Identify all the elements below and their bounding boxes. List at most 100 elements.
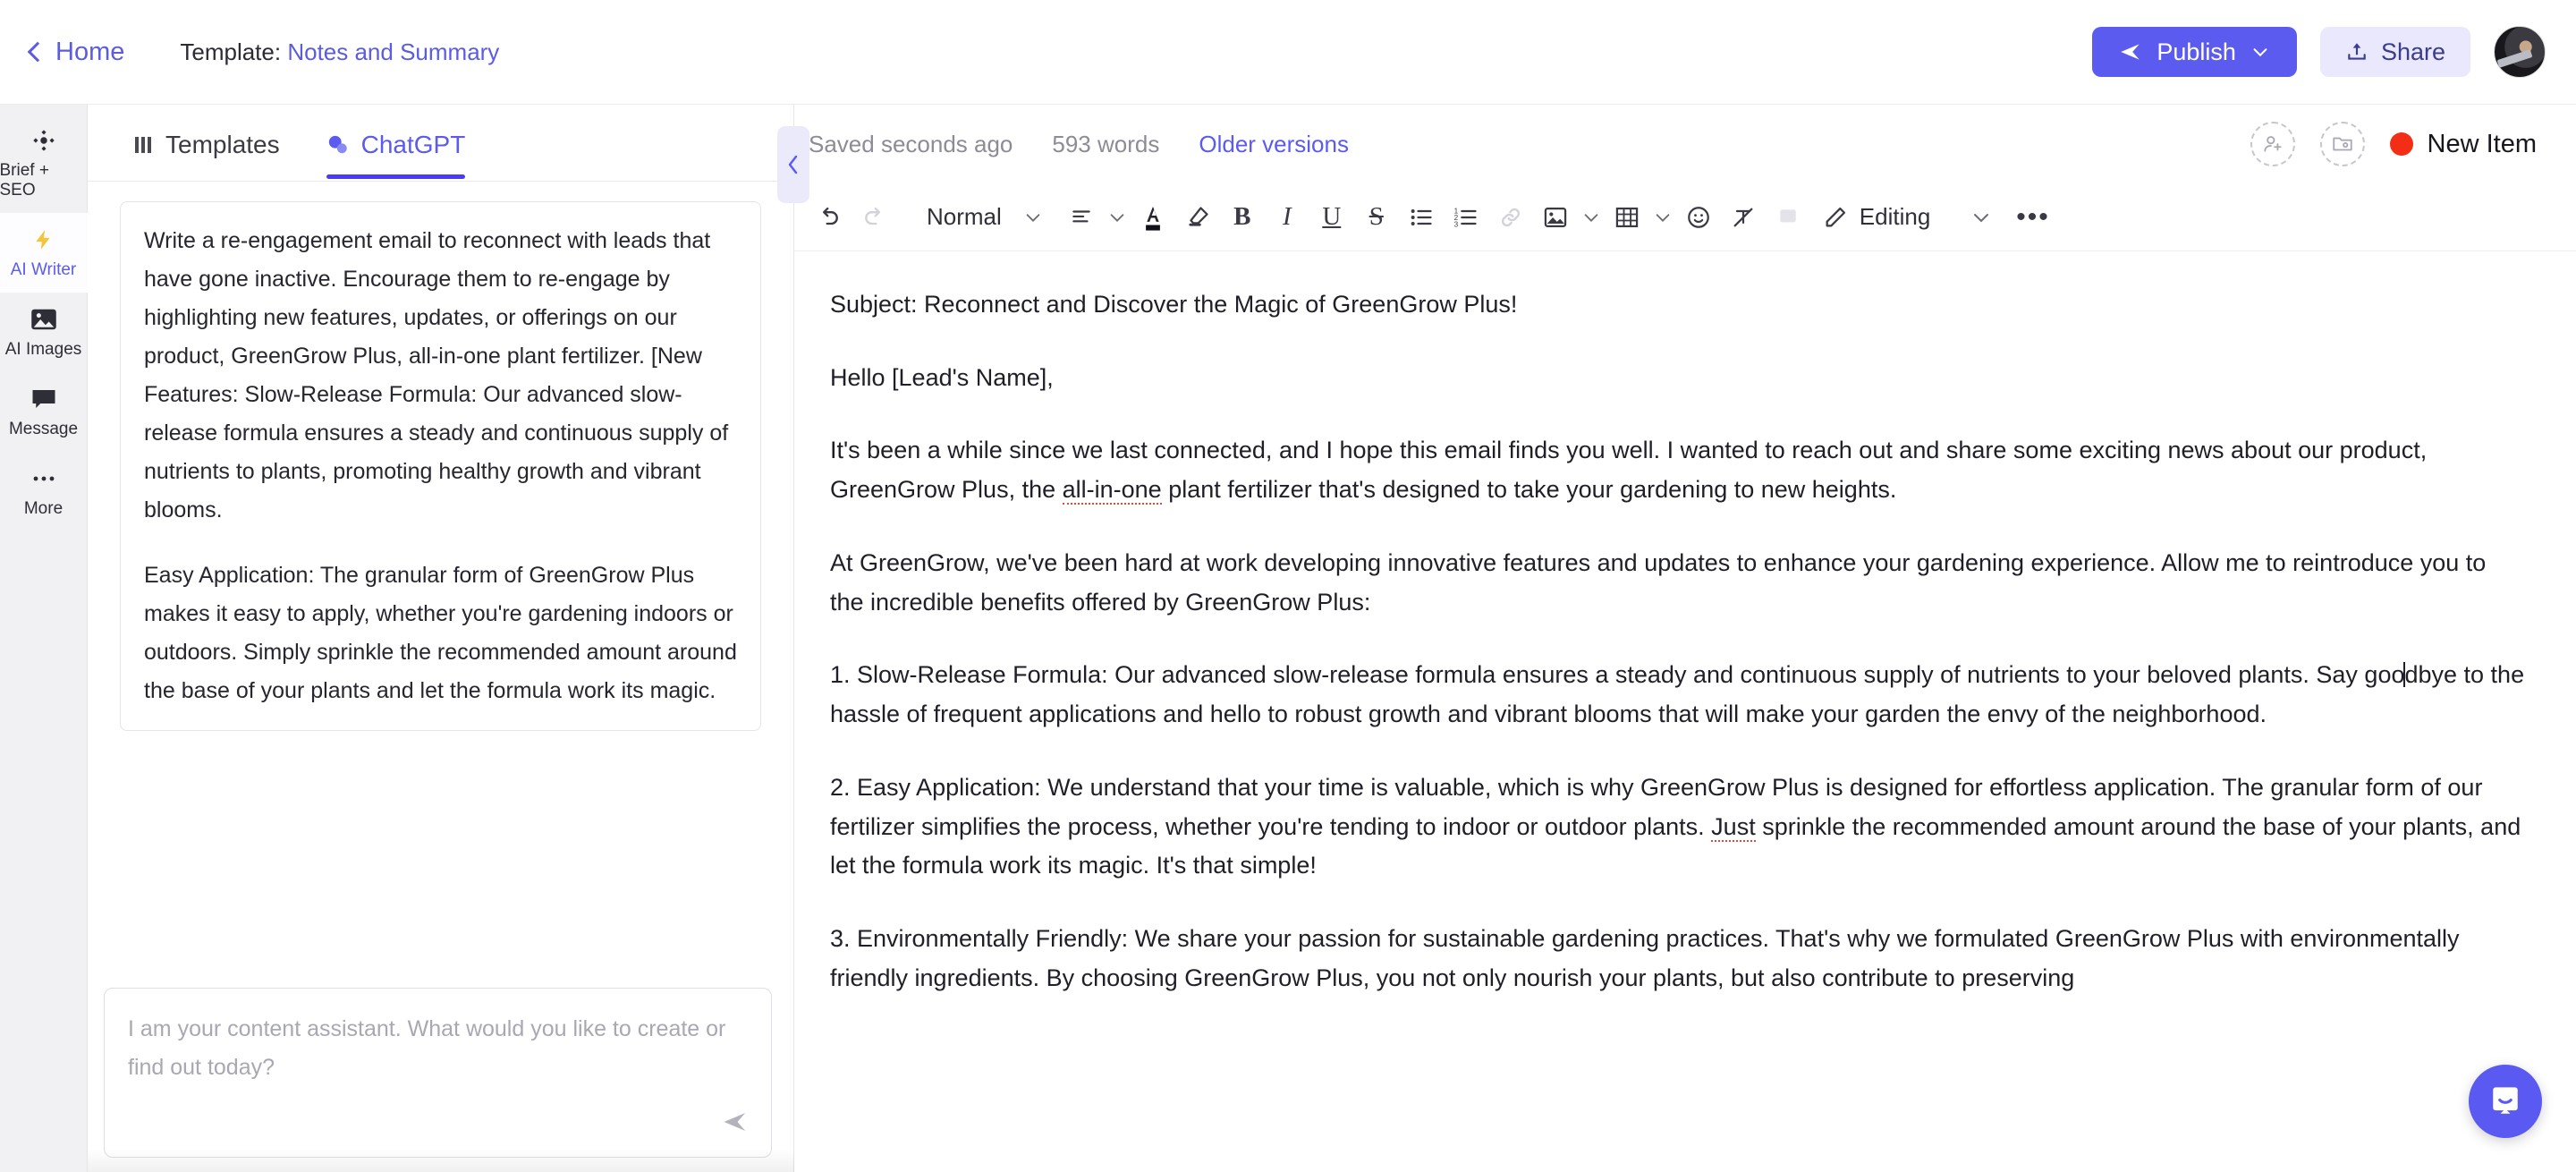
rail-item-ai-images[interactable]: AI Images	[0, 293, 88, 372]
chat-input-wrapper	[104, 988, 772, 1158]
text-color-icon	[1145, 206, 1160, 231]
rail-label-ai-writer: AI Writer	[10, 260, 77, 279]
new-item-label: New Item	[2427, 129, 2537, 158]
emoji-icon	[1687, 206, 1709, 228]
highlighter-icon	[1189, 206, 1208, 226]
doc-paragraph-5: 3. Environmentally Friendly: We share yo…	[830, 925, 2460, 991]
editing-label: Editing	[1859, 203, 1931, 230]
chat-bubble-icon	[30, 386, 57, 412]
clear-formatting-button[interactable]	[1721, 195, 1766, 240]
avatar[interactable]	[2494, 26, 2546, 78]
tab-templates[interactable]: Templates	[132, 131, 280, 179]
publish-label: Publish	[2157, 38, 2236, 65]
underline-button[interactable]: U	[1309, 195, 1354, 240]
text-color-button[interactable]	[1131, 195, 1175, 240]
document-status-actions: New Item	[2250, 122, 2537, 166]
chat-message-list[interactable]: Write a re-engagement email to reconnect…	[88, 182, 793, 982]
messenger-icon	[2493, 1087, 2518, 1114]
left-rail: Brief + SEO AI Writer AI Images Message	[0, 105, 88, 1172]
rail-item-message[interactable]: Message	[0, 372, 88, 452]
svg-text:3: 3	[1453, 220, 1458, 228]
chat-tab-bar: Templates ChatGPT	[88, 105, 809, 203]
chevron-down-icon	[1974, 213, 1989, 222]
template-prefix-label: Template:	[180, 38, 282, 65]
share-button[interactable]: Share	[2319, 27, 2470, 77]
document-status-bar: Saved seconds ago 593 words Older versio…	[794, 105, 2576, 183]
paragraph-style-select[interactable]: Normal	[909, 203, 1020, 231]
editing-mode-button[interactable]: Editing	[1810, 203, 1931, 231]
home-label: Home	[55, 37, 125, 66]
align-chevron[interactable]	[1104, 208, 1131, 227]
table-icon	[1615, 207, 1638, 227]
clear-format-icon	[1733, 208, 1753, 226]
publish-button[interactable]: Publish	[2092, 27, 2297, 77]
strikethrough-button[interactable]: S	[1354, 195, 1399, 240]
doc-paragraph-3: 1. Slow-Release Formula: Our advanced sl…	[830, 656, 2526, 734]
undo-button[interactable]	[807, 195, 852, 240]
add-collaborator-button[interactable]	[2250, 122, 2295, 166]
insert-table-button[interactable]	[1605, 195, 1649, 240]
lightning-icon	[32, 227, 55, 252]
chat-icon	[328, 135, 347, 153]
link-icon	[1501, 208, 1520, 226]
template-name-link[interactable]: Notes and Summary	[287, 38, 499, 65]
image-icon	[30, 307, 57, 332]
send-icon[interactable]	[722, 1108, 749, 1140]
spellcheck-error: Just	[1711, 812, 1756, 842]
bold-button[interactable]: B	[1220, 195, 1265, 240]
collapse-panel-button[interactable]	[777, 126, 809, 203]
align-button[interactable]	[1059, 195, 1104, 240]
tab-chatgpt[interactable]: ChatGPT	[326, 130, 466, 179]
new-item-button[interactable]: New Item	[2389, 129, 2537, 159]
spellcheck-error: all-in-one	[1062, 476, 1162, 505]
chevron-down-icon	[1656, 213, 1670, 222]
send-icon	[2121, 44, 2140, 60]
status-dot	[2389, 132, 2413, 156]
comment-button	[1766, 195, 1810, 240]
doc-paragraph-2: At GreenGrow, we've been hard at work de…	[830, 548, 2487, 616]
saved-status: Saved seconds ago	[809, 130, 1013, 157]
numbered-list-icon: 1 2 3	[1453, 207, 1477, 228]
image-chevron[interactable]	[1578, 208, 1605, 227]
pencil-icon	[1826, 207, 1845, 226]
chevron-down-icon	[1584, 213, 1598, 222]
rail-item-more[interactable]: More	[0, 452, 88, 531]
older-versions-link[interactable]: Older versions	[1199, 131, 1349, 158]
numbered-list-button[interactable]: 1 2 3	[1444, 195, 1488, 240]
chevron-down-icon	[1110, 213, 1124, 222]
home-back-link[interactable]: Home	[27, 37, 125, 67]
redo-button	[852, 195, 896, 240]
document-content[interactable]: Subject: Reconnect and Discover the Magi…	[794, 251, 2576, 998]
add-tag-button[interactable]	[2319, 122, 2365, 166]
bullet-list-button[interactable]	[1399, 195, 1444, 240]
highlight-button[interactable]	[1175, 195, 1220, 240]
insert-image-button[interactable]	[1533, 195, 1578, 240]
chevron-down-icon	[2253, 48, 2267, 57]
editing-chevron[interactable]	[1968, 207, 1995, 228]
rail-label-brief-seo: Brief + SEO	[0, 161, 49, 200]
emoji-button[interactable]	[1676, 195, 1721, 240]
upload-icon	[2348, 43, 2366, 60]
doc-paragraph-4: 2. Easy Application: We understand that …	[830, 769, 2526, 886]
link-button	[1488, 195, 1533, 240]
table-chevron[interactable]	[1649, 208, 1676, 227]
italic-button[interactable]: I	[1265, 195, 1309, 240]
chevron-down-icon	[1026, 213, 1040, 222]
user-plus-icon	[2263, 136, 2282, 152]
paragraph-style-chevron[interactable]	[1020, 208, 1046, 227]
rail-label-more: More	[23, 499, 64, 518]
rail-label-message: Message	[8, 420, 79, 438]
more-options-button[interactable]: •••	[2007, 202, 2059, 233]
folder-tag-icon	[2332, 137, 2352, 151]
template-breadcrumb: Template: Notes and Summary	[180, 38, 499, 66]
chat-message-user: Write a re-engagement email to reconnect…	[120, 201, 761, 731]
doc-paragraph-1: It's been a while since we last connecte…	[830, 431, 2526, 509]
tab-chatgpt-label: ChatGPT	[360, 130, 466, 158]
chat-input[interactable]	[104, 988, 772, 1158]
doc-text: plant fertilizer that's designed to take…	[1161, 476, 1897, 504]
rail-item-ai-writer[interactable]: AI Writer	[0, 213, 88, 293]
chevron-left-icon	[788, 155, 798, 174]
share-label: Share	[2380, 38, 2445, 65]
intercom-chat-button[interactable]	[2469, 1065, 2542, 1138]
rail-item-brief-seo[interactable]: Brief + SEO	[0, 114, 88, 213]
